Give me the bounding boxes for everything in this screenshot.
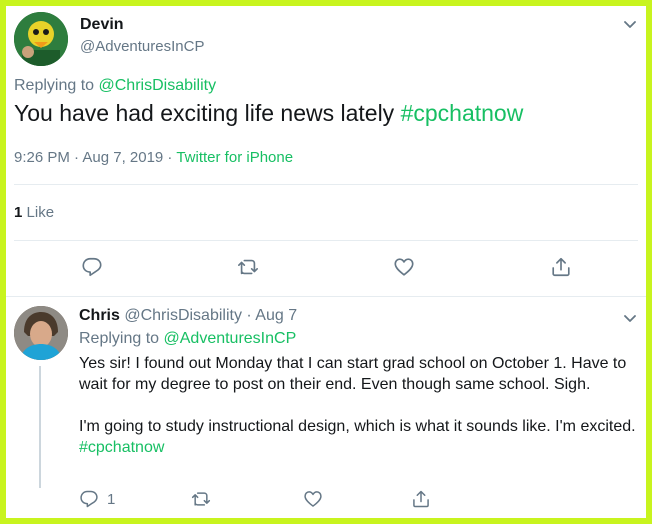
reply-text: Yes sir! I found out Monday that I can s… <box>79 353 639 458</box>
hashtag-link[interactable]: #cpchatnow <box>79 437 639 458</box>
source-link[interactable]: Twitter for iPhone <box>176 149 293 166</box>
tweet-text: You have had exciting life news lately #… <box>14 100 523 127</box>
retweet-icon <box>238 259 258 275</box>
like-button[interactable] <box>303 488 323 510</box>
retweet-icon <box>191 492 211 506</box>
reply-replying-to: Replying to @AdventuresInCP <box>79 330 296 348</box>
chevron-down-icon[interactable] <box>622 16 638 32</box>
timestamp[interactable]: 9:26 PM · Aug 7, 2019 · <box>14 149 172 166</box>
reply-date[interactable]: · Aug 7 <box>246 307 297 324</box>
reply-paragraph: I'm going to study instructional design,… <box>79 418 636 435</box>
retweet-button[interactable] <box>191 488 211 510</box>
retweet-button[interactable] <box>236 255 260 279</box>
replying-prefix: Replying to <box>14 77 95 94</box>
thread-line <box>39 366 41 488</box>
share-button[interactable] <box>411 488 431 510</box>
chevron-down-icon[interactable] <box>622 310 638 326</box>
like-count[interactable]: 1 Like <box>14 204 54 221</box>
replying-to-link[interactable]: @ChrisDisability <box>99 77 217 94</box>
reply-button[interactable] <box>80 255 104 279</box>
author-handle[interactable]: @AdventuresInCP <box>80 38 204 55</box>
share-button[interactable] <box>549 255 573 279</box>
replying-prefix: Replying to <box>79 330 160 347</box>
tweet-card: Devin @AdventuresInCP Replying to @Chris… <box>6 6 646 518</box>
reply-author-handle[interactable]: @ChrisDisability <box>124 307 242 324</box>
reply-paragraph: Yes sir! I found out Monday that I can s… <box>79 355 627 393</box>
reply-icon <box>80 490 98 508</box>
like-icon <box>304 491 322 507</box>
divider <box>6 296 646 297</box>
reply-button[interactable]: 1 <box>79 488 115 510</box>
tweet-meta: 9:26 PM · Aug 7, 2019 · Twitter for iPho… <box>14 149 293 166</box>
reply-author-name[interactable]: Chris <box>79 307 120 324</box>
like-count-label: Like <box>26 204 55 221</box>
reply-action-bar: 1 <box>79 488 499 510</box>
avatar-chris[interactable] <box>14 306 68 360</box>
divider <box>14 184 638 185</box>
avatar-devin[interactable] <box>14 12 68 66</box>
share-icon <box>413 490 429 508</box>
divider <box>14 240 638 241</box>
hashtag-link[interactable]: #cpchatnow <box>401 100 524 126</box>
tweet-body: You have had exciting life news lately <box>14 100 395 126</box>
reply-icon <box>82 257 102 277</box>
replying-to-link[interactable]: @AdventuresInCP <box>164 330 297 347</box>
reply-count: 1 <box>107 490 116 508</box>
author-name[interactable]: Devin <box>80 16 124 34</box>
like-button[interactable] <box>392 255 416 279</box>
like-count-value: 1 <box>14 204 23 221</box>
share-icon <box>552 257 570 277</box>
replying-to: Replying to @ChrisDisability <box>14 77 216 95</box>
like-icon <box>394 258 414 276</box>
reply-header: Chris @ChrisDisability · Aug 7 <box>79 307 297 325</box>
